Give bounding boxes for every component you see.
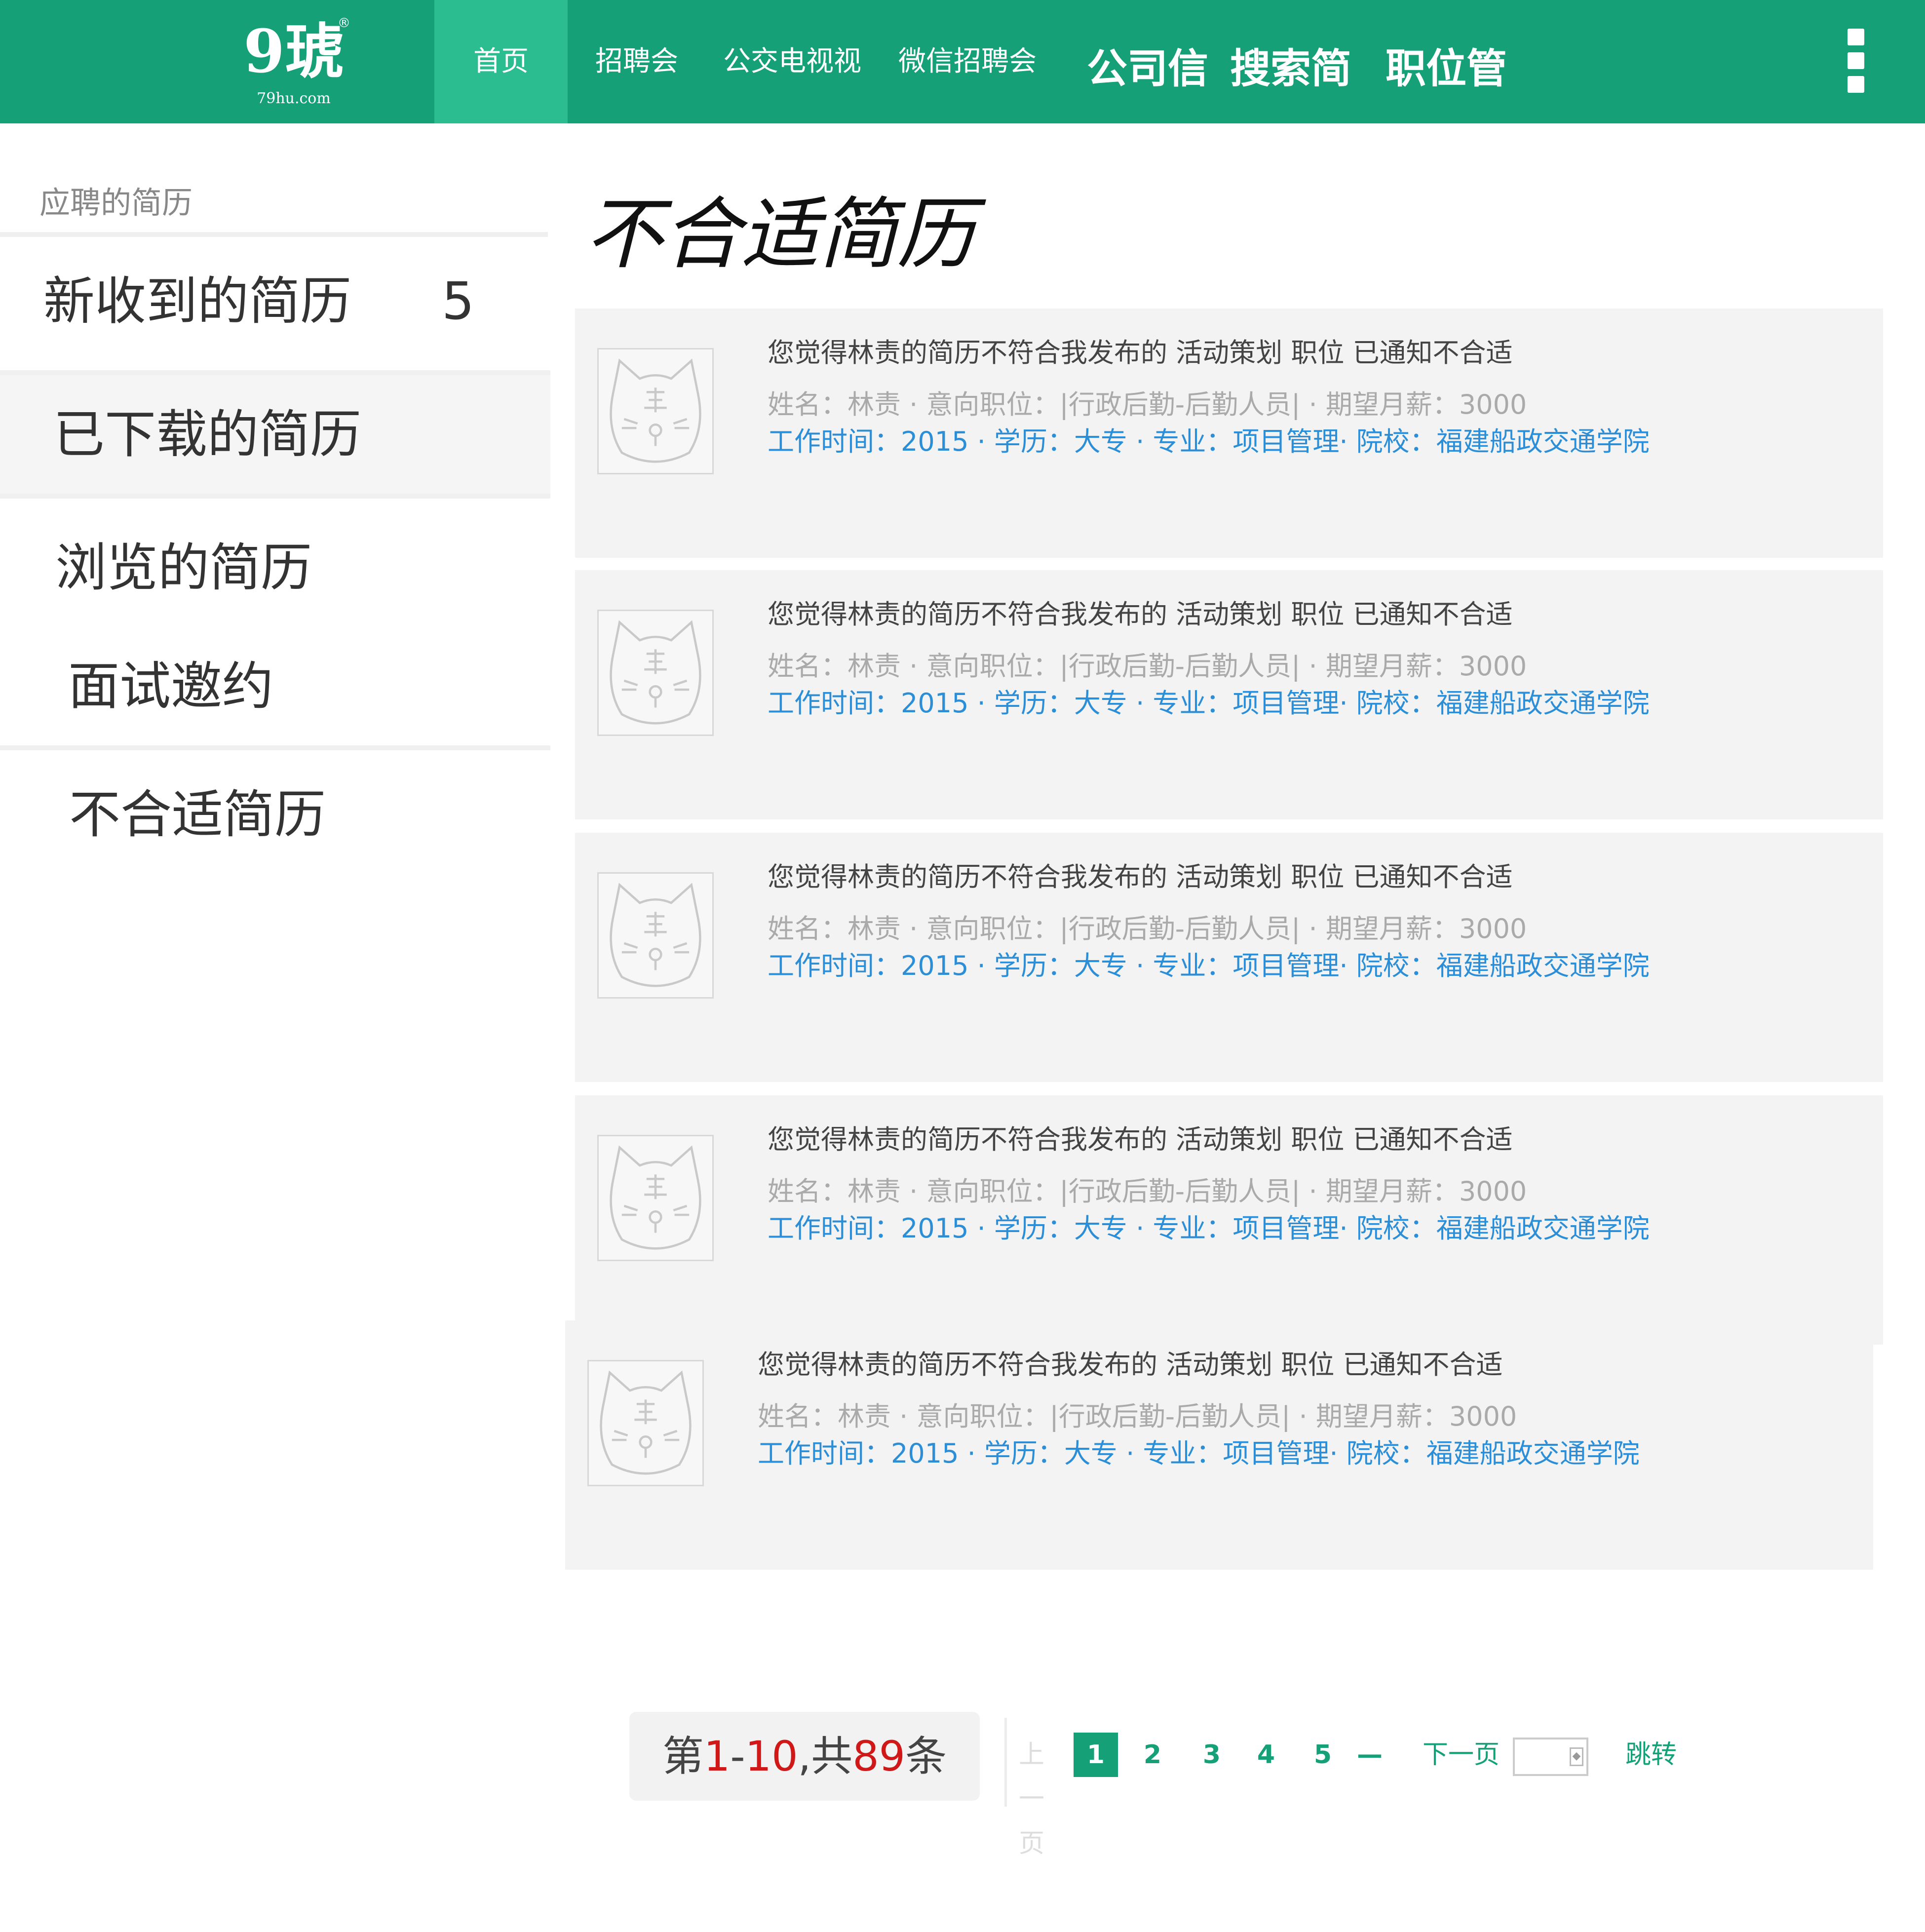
resume-card-info: 姓名：林责 · 意向职位：|行政后勤-后勤人员| · 期望月薪：3000 xyxy=(758,1401,1517,1432)
cat-avatar-icon[interactable] xyxy=(597,1135,714,1261)
logo-text: 9琥 xyxy=(243,17,344,86)
sidebar-item-unsuitable-resumes[interactable]: 不合适简历 xyxy=(0,750,550,879)
sidebar: 应聘的简历 新收到的简历 5 已下载的简历 浏览的简历 面试邀约 不合适简历 xyxy=(0,123,568,879)
page-5-button[interactable]: 5 xyxy=(1301,1733,1345,1777)
resume-card-education[interactable]: 工作时间：2015 · 学历：大专 · 专业：项目管理· 院校：福建船政交通学院 xyxy=(758,1431,1640,1470)
resume-card-education[interactable]: 工作时间：2015 · 学历：大专 · 专业：项目管理· 院校：福建船政交通学院 xyxy=(768,944,1650,983)
logo-domain: 79hu.com xyxy=(257,90,331,107)
resume-card-education[interactable]: 工作时间：2015 · 学历：大专 · 专业：项目管理· 院校：福建船政交通学院 xyxy=(768,420,1650,459)
site-logo[interactable]: 9琥 ® 79hu.com xyxy=(207,5,380,118)
sidebar-heading: 应聘的简历 xyxy=(0,133,548,237)
page-jump-button[interactable]: 跳转 xyxy=(1617,1733,1686,1777)
cat-avatar-icon xyxy=(600,1370,692,1475)
cat-avatar-icon[interactable] xyxy=(597,610,714,736)
resume-card[interactable]: 您觉得林责的简历不符合我发布的 活动策划 职位 已通知不合适 姓名：林责 · 意… xyxy=(575,833,1883,1087)
page-3-button[interactable]: 3 xyxy=(1190,1733,1234,1777)
resume-card[interactable]: 您觉得林责的简历不符合我发布的 活动策划 职位 已通知不合适 姓名：林责 · 意… xyxy=(565,1320,1873,1575)
sidebar-item-downloaded-resumes[interactable]: 已下载的简历 xyxy=(0,375,550,499)
pagination-ellipsis: — xyxy=(1357,1740,1383,1770)
cat-avatar-icon xyxy=(610,620,701,725)
resume-card[interactable]: 您觉得林责的简历不符合我发布的 活动策划 职位 已通知不合适 姓名：林责 · 意… xyxy=(575,309,1883,563)
sidebar-item-viewed-resumes[interactable]: 浏览的简历 xyxy=(0,508,550,632)
cat-avatar-icon xyxy=(610,1145,701,1250)
pager-divider xyxy=(1004,1718,1007,1807)
nav-wechat-job-fair[interactable]: 微信招聘会 xyxy=(898,0,1037,123)
nav-job-management[interactable]: 职位管理 xyxy=(1372,0,1520,231)
sidebar-item-label: 已下载的简历 xyxy=(53,404,362,464)
nav-job-fair[interactable]: 招聘会 xyxy=(590,0,684,123)
total-prefix: ,共 xyxy=(798,1732,853,1780)
resume-card-title: 您觉得林责的简历不符合我发布的 活动策划 职位 已通知不合适 xyxy=(768,337,1513,368)
cat-avatar-icon[interactable] xyxy=(587,1360,704,1486)
resume-card-education[interactable]: 工作时间：2015 · 学历：大专 · 专业：项目管理· 院校：福建船政交通学院 xyxy=(768,1206,1650,1245)
resume-card-title: 您觉得林责的简历不符合我发布的 活动策划 职位 已通知不合适 xyxy=(768,1124,1513,1155)
cat-avatar-icon xyxy=(610,883,701,987)
range-end: 10 xyxy=(745,1732,798,1780)
summary-prefix: 第 xyxy=(662,1732,704,1780)
new-resume-count: 5 xyxy=(442,271,475,331)
prev-page-button[interactable]: 上一页 xyxy=(1009,1733,1054,1858)
resume-card-info: 姓名：林责 · 意向职位：|行政后勤-后勤人员| · 期望月薪：3000 xyxy=(768,1176,1527,1207)
page-jump-input[interactable]: ◆ xyxy=(1513,1738,1588,1776)
range-start: 1 xyxy=(703,1732,731,1780)
more-vertical-icon[interactable] xyxy=(1846,29,1866,98)
resume-card-education[interactable]: 工作时间：2015 · 学历：大专 · 专业：项目管理· 院校：福建船政交通学院 xyxy=(768,681,1650,720)
sidebar-item-label: 浏览的简历 xyxy=(55,538,312,598)
resume-card-info: 姓名：林责 · 意向职位：|行政后勤-后勤人员| · 期望月薪：3000 xyxy=(768,651,1527,682)
top-nav-bar: 9琥 ® 79hu.com 首页 招聘会 公交电视视频 微信招聘会 公司信息 搜… xyxy=(0,0,1925,231)
nav-bus-tv-video[interactable]: 公交电视视频 xyxy=(711,0,874,201)
sidebar-item-new-resumes[interactable]: 新收到的简历 5 xyxy=(0,237,550,375)
range-separator: - xyxy=(730,1732,745,1780)
page-title: 不合适简历 xyxy=(585,189,975,280)
cat-avatar-icon[interactable] xyxy=(597,348,714,474)
cat-avatar-icon xyxy=(610,358,701,463)
cat-avatar-icon[interactable] xyxy=(597,872,714,999)
registered-mark: ® xyxy=(338,16,350,31)
resume-card-info: 姓名：林责 · 意向职位：|行政后勤-后勤人员| · 期望月薪：3000 xyxy=(768,389,1527,420)
sidebar-item-interview-invites[interactable]: 面试邀约 xyxy=(0,627,550,750)
page-2-button[interactable]: 2 xyxy=(1130,1733,1175,1777)
resume-card-title: 您觉得林责的简历不符合我发布的 活动策划 职位 已通知不合适 xyxy=(768,599,1513,630)
resume-card-info: 姓名：林责 · 意向职位：|行政后勤-后勤人员| · 期望月薪：3000 xyxy=(768,913,1527,944)
spinner-icon[interactable]: ◆ xyxy=(1570,1747,1583,1766)
resume-card[interactable]: 您觉得林责的简历不符合我发布的 活动策划 职位 已通知不合适 姓名：林责 · 意… xyxy=(575,570,1883,824)
resume-card-title: 您觉得林责的简历不符合我发布的 活动策划 职位 已通知不合适 xyxy=(768,861,1513,892)
next-page-button[interactable]: 下一页 xyxy=(1422,1733,1501,1777)
resume-card-title: 您觉得林责的简历不符合我发布的 活动策划 职位 已通知不合适 xyxy=(758,1349,1503,1380)
sidebar-item-label: 不合适简历 xyxy=(69,784,326,845)
nav-home[interactable]: 首页 xyxy=(434,0,568,123)
nav-company-info[interactable]: 公司信息 xyxy=(1071,0,1224,231)
sidebar-heading-label: 应聘的简历 xyxy=(39,185,193,221)
summary-suffix: 条 xyxy=(905,1732,947,1780)
resume-card[interactable]: 您觉得林责的简历不符合我发布的 活动策划 职位 已通知不合适 姓名：林责 · 意… xyxy=(575,1095,1883,1350)
page-1-button[interactable]: 1 xyxy=(1074,1733,1118,1777)
page-4-button[interactable]: 4 xyxy=(1244,1733,1288,1777)
nav-search-resume[interactable]: 搜索简历 xyxy=(1219,0,1362,231)
sidebar-item-label: 面试邀约 xyxy=(68,656,274,716)
total-count: 89 xyxy=(852,1732,906,1780)
pagination-summary: 第1-10,共89条 xyxy=(629,1712,980,1801)
sidebar-item-label: 新收到的简历 xyxy=(43,271,352,331)
